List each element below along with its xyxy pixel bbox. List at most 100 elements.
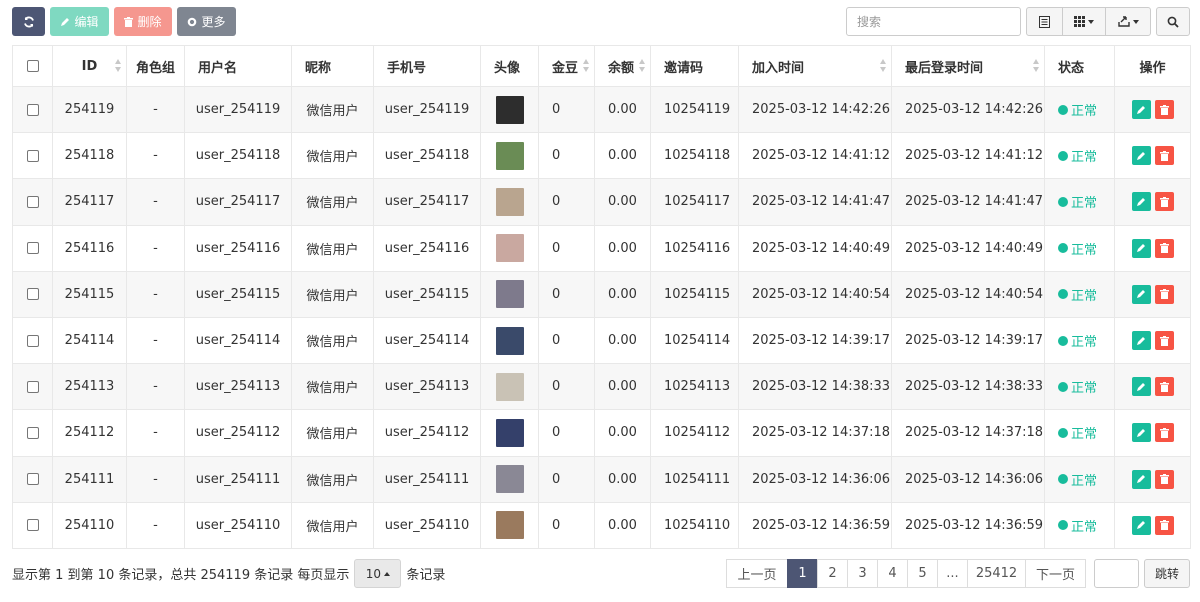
row-checkbox[interactable] (26, 149, 39, 162)
row-delete-button[interactable] (1154, 469, 1174, 489)
more-button[interactable]: 更多 (177, 7, 236, 36)
page-button[interactable]: 5 (907, 559, 938, 588)
status-badge[interactable]: 正常 (1058, 470, 1097, 489)
row-checkbox[interactable] (26, 195, 39, 208)
avatar[interactable] (495, 418, 524, 447)
column-header-gold[interactable]: 金豆 (538, 45, 595, 87)
row-delete-button[interactable] (1154, 515, 1174, 535)
status-dot-icon (1058, 474, 1068, 485)
cell-actions (1114, 224, 1191, 272)
table-row[interactable]: 254115- user_254115 微信用户 user_254115 0 0.00 10… (12, 270, 1191, 318)
table-row[interactable]: 254116- user_254116 微信用户 user_254116 0 0.00 10… (12, 224, 1191, 272)
table-row[interactable]: 254118- user_254118 微信用户 user_254118 0 0.00 10… (12, 132, 1191, 180)
table-row[interactable]: 254119- user_254119 微信用户 user_254119 0 0.00 10… (12, 85, 1191, 134)
page-button[interactable]: 2 (817, 559, 848, 588)
jump-page-input[interactable] (1094, 559, 1139, 588)
cell-actions (1114, 85, 1191, 134)
pagination-info: 显示第 1 到第 10 条记录，总共 254119 条记录 每页显示 10 条记… (12, 559, 445, 588)
row-delete-button[interactable] (1154, 423, 1174, 443)
page-size-select[interactable]: 10 (354, 559, 402, 588)
status-badge[interactable]: 正常 (1058, 285, 1097, 304)
row-edit-button[interactable] (1131, 331, 1151, 351)
delete-button[interactable]: 删除 (114, 7, 172, 36)
status-badge[interactable]: 正常 (1058, 423, 1097, 442)
status-badge[interactable]: 正常 (1058, 192, 1097, 211)
page-button-last[interactable]: 25412 (967, 559, 1026, 588)
row-edit-button[interactable] (1131, 146, 1151, 166)
prev-page-button[interactable]: 上一页 (726, 559, 788, 588)
row-edit-button[interactable] (1131, 515, 1151, 535)
columns-button[interactable] (1062, 7, 1106, 36)
row-checkbox[interactable] (26, 473, 39, 486)
sort-icon (115, 59, 122, 73)
row-edit-button[interactable] (1131, 238, 1151, 258)
page-button[interactable]: 1 (787, 559, 818, 588)
row-delete-button[interactable] (1154, 146, 1174, 166)
status-badge[interactable]: 正常 (1058, 100, 1097, 119)
page-button[interactable]: 4 (877, 559, 908, 588)
cell-role-group: - (126, 363, 185, 411)
avatar[interactable] (495, 234, 524, 263)
row-checkbox[interactable] (26, 103, 39, 116)
avatar[interactable] (495, 95, 524, 124)
cell-gold: 0 (538, 85, 595, 134)
row-delete-button[interactable] (1154, 192, 1174, 212)
column-header-join-time[interactable]: 加入时间 (738, 45, 892, 87)
row-edit-button[interactable] (1131, 100, 1151, 120)
row-checkbox[interactable] (26, 519, 39, 532)
avatar[interactable] (495, 465, 524, 494)
status-badge[interactable]: 正常 (1058, 331, 1097, 350)
avatar[interactable] (495, 326, 524, 355)
column-header-id[interactable]: ID (52, 45, 127, 87)
table-row[interactable]: 254112- user_254112 微信用户 user_254112 0 0.00 10… (12, 409, 1191, 457)
user-table: ID 角色组 用户名 昵称 手机号 头像 金豆 余额 邀请码 加入时间 最后登录… (12, 45, 1191, 549)
row-checkbox[interactable] (26, 426, 39, 439)
table-row[interactable]: 254111- user_254111 微信用户 user_254111 0 0.00 10… (12, 455, 1191, 503)
jump-button[interactable]: 跳转 (1144, 559, 1190, 588)
row-edit-button[interactable] (1131, 377, 1151, 397)
select-all-checkbox[interactable] (26, 60, 39, 72)
avatar[interactable] (495, 187, 524, 216)
avatar[interactable] (495, 280, 524, 309)
cell-invite-code: 10254116 (650, 224, 739, 272)
row-edit-button[interactable] (1131, 423, 1151, 443)
avatar[interactable] (495, 141, 524, 170)
row-delete-button[interactable] (1154, 377, 1174, 397)
table-row[interactable]: 254114- user_254114 微信用户 user_254114 0 0.00 10… (12, 316, 1191, 365)
avatar[interactable] (495, 511, 524, 540)
row-edit-button[interactable] (1131, 192, 1151, 212)
cell-mobile: user_254110 (373, 501, 481, 549)
cell-join-time: 2025-03-12 14:39:17 (738, 316, 892, 365)
advanced-search-button[interactable] (1156, 7, 1190, 36)
toggle-view-button[interactable] (1026, 7, 1063, 36)
row-checkbox[interactable] (26, 242, 39, 255)
column-header-balance[interactable]: 余额 (594, 45, 651, 87)
table-row[interactable]: 254110- user_254110 微信用户 user_254110 0 0.00 10… (12, 501, 1191, 549)
row-delete-button[interactable] (1154, 284, 1174, 304)
row-delete-button[interactable] (1154, 331, 1174, 351)
column-header-last-login[interactable]: 最后登录时间 (891, 45, 1045, 87)
export-button[interactable] (1105, 7, 1151, 36)
avatar[interactable] (495, 372, 524, 401)
search-input[interactable] (846, 7, 1021, 36)
row-checkbox[interactable] (26, 380, 39, 393)
row-edit-button[interactable] (1131, 469, 1151, 489)
table-row[interactable]: 254113- user_254113 微信用户 user_254113 0 0.00 10… (12, 363, 1191, 411)
refresh-button[interactable] (12, 7, 45, 36)
status-badge[interactable]: 正常 (1058, 516, 1097, 535)
status-badge[interactable]: 正常 (1058, 146, 1097, 165)
next-page-button[interactable]: 下一页 (1025, 559, 1086, 588)
edit-button[interactable]: 编辑 (50, 7, 109, 36)
status-badge[interactable]: 正常 (1058, 239, 1097, 258)
row-edit-button[interactable] (1131, 284, 1151, 304)
row-delete-button[interactable] (1154, 238, 1174, 258)
cell-status: 正常 (1044, 270, 1115, 318)
table-row[interactable]: 254117- user_254117 微信用户 user_254117 0 0.00 10… (12, 178, 1191, 226)
cell-id: 254116 (52, 224, 127, 272)
page-button[interactable]: 3 (847, 559, 878, 588)
row-delete-button[interactable] (1154, 100, 1174, 120)
select-cell (12, 85, 53, 134)
row-checkbox[interactable] (26, 288, 39, 301)
row-checkbox[interactable] (26, 334, 39, 347)
status-badge[interactable]: 正常 (1058, 377, 1097, 396)
